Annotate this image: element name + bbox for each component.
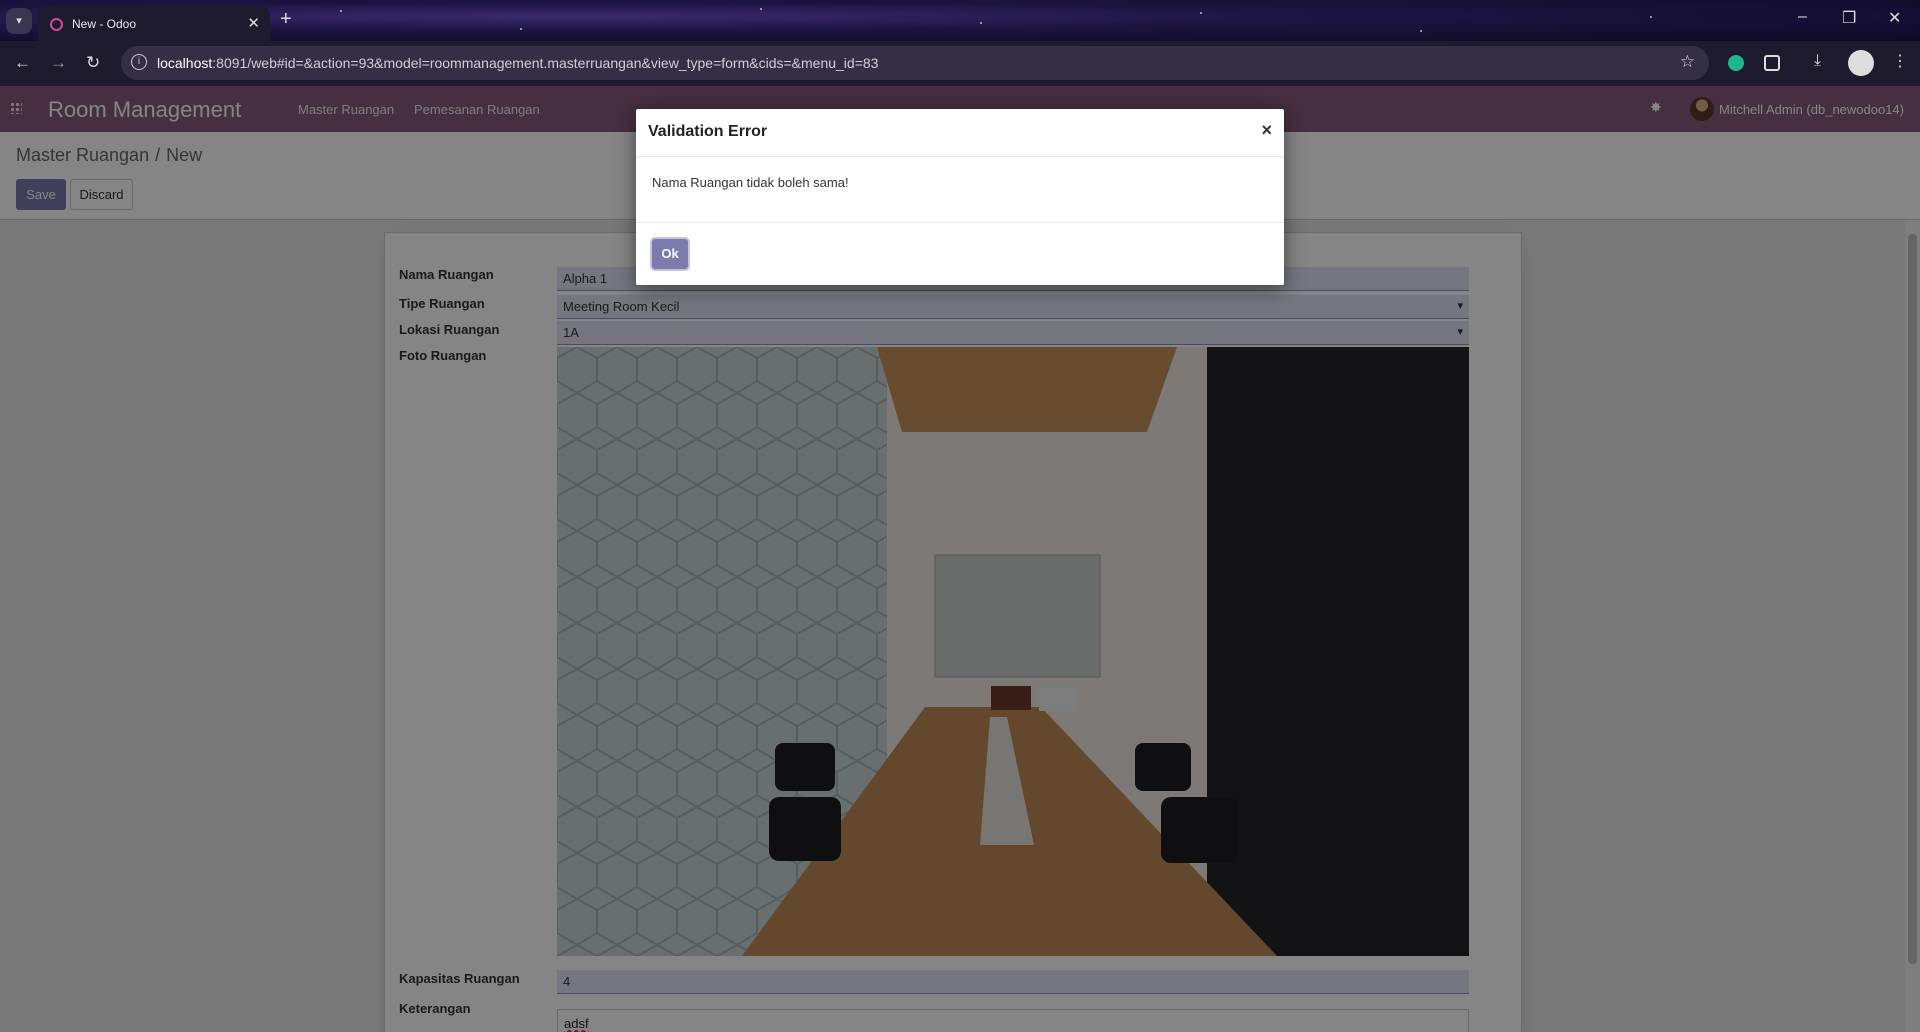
tab-search-button[interactable]: ▾ [6, 8, 32, 34]
validation-error-dialog: Validation Error × Nama Ruangan tidak bo… [636, 109, 1284, 285]
back-icon[interactable]: ← [14, 53, 31, 73]
tab-title: New - Odoo [72, 17, 137, 31]
background-star [1650, 16, 1652, 18]
background-star [760, 8, 762, 10]
new-tab-icon[interactable]: + [280, 8, 292, 31]
minimize-icon[interactable]: – [1798, 8, 1807, 26]
reload-icon[interactable]: ↻ [86, 53, 100, 73]
restore-icon[interactable]: ❐ [1842, 8, 1856, 28]
browser-tabstrip: ▾ New - Odoo ✕ + – ❐ ✕ [0, 0, 1920, 41]
background-star [520, 28, 522, 30]
address-bar[interactable]: i localhost:8091/web#id=&action=93&model… [121, 46, 1709, 80]
dialog-title: Validation Error [648, 123, 768, 140]
bookmark-star-icon[interactable]: ☆ [1680, 52, 1695, 72]
close-tab-icon[interactable]: ✕ [247, 14, 260, 32]
dialog-footer: Ok [636, 222, 1284, 285]
url-text: localhost:8091/web#id=&action=93&model=r… [157, 55, 878, 71]
dialog-message: Nama Ruangan tidak boleh sama! [652, 175, 849, 190]
ok-button[interactable]: Ok [652, 239, 688, 269]
url-path: :8091/web#id=&action=93&model=roommanage… [212, 55, 879, 71]
extensions-puzzle-icon[interactable] [1764, 55, 1780, 71]
background-star [1200, 12, 1202, 14]
site-info-icon[interactable]: i [131, 54, 147, 70]
browser-menu-icon[interactable]: ⋮ [1892, 51, 1908, 71]
profile-avatar-icon[interactable] [1848, 50, 1874, 76]
background-star [1420, 30, 1422, 32]
extension-icon[interactable] [1728, 55, 1744, 71]
close-icon[interactable]: × [1261, 120, 1272, 141]
background-star [980, 22, 982, 24]
close-window-icon[interactable]: ✕ [1888, 8, 1901, 28]
dialog-header: Validation Error × [636, 109, 1284, 157]
browser-tab[interactable]: New - Odoo ✕ [38, 6, 270, 41]
forward-icon[interactable]: → [50, 53, 67, 73]
odoo-favicon-icon [50, 18, 63, 31]
background-star [340, 10, 342, 12]
browser-toolbar: ← → ↻ i localhost:8091/web#id=&action=93… [0, 41, 1920, 86]
url-host: localhost [157, 55, 213, 71]
download-icon[interactable]: ⤓ [1814, 52, 1821, 70]
